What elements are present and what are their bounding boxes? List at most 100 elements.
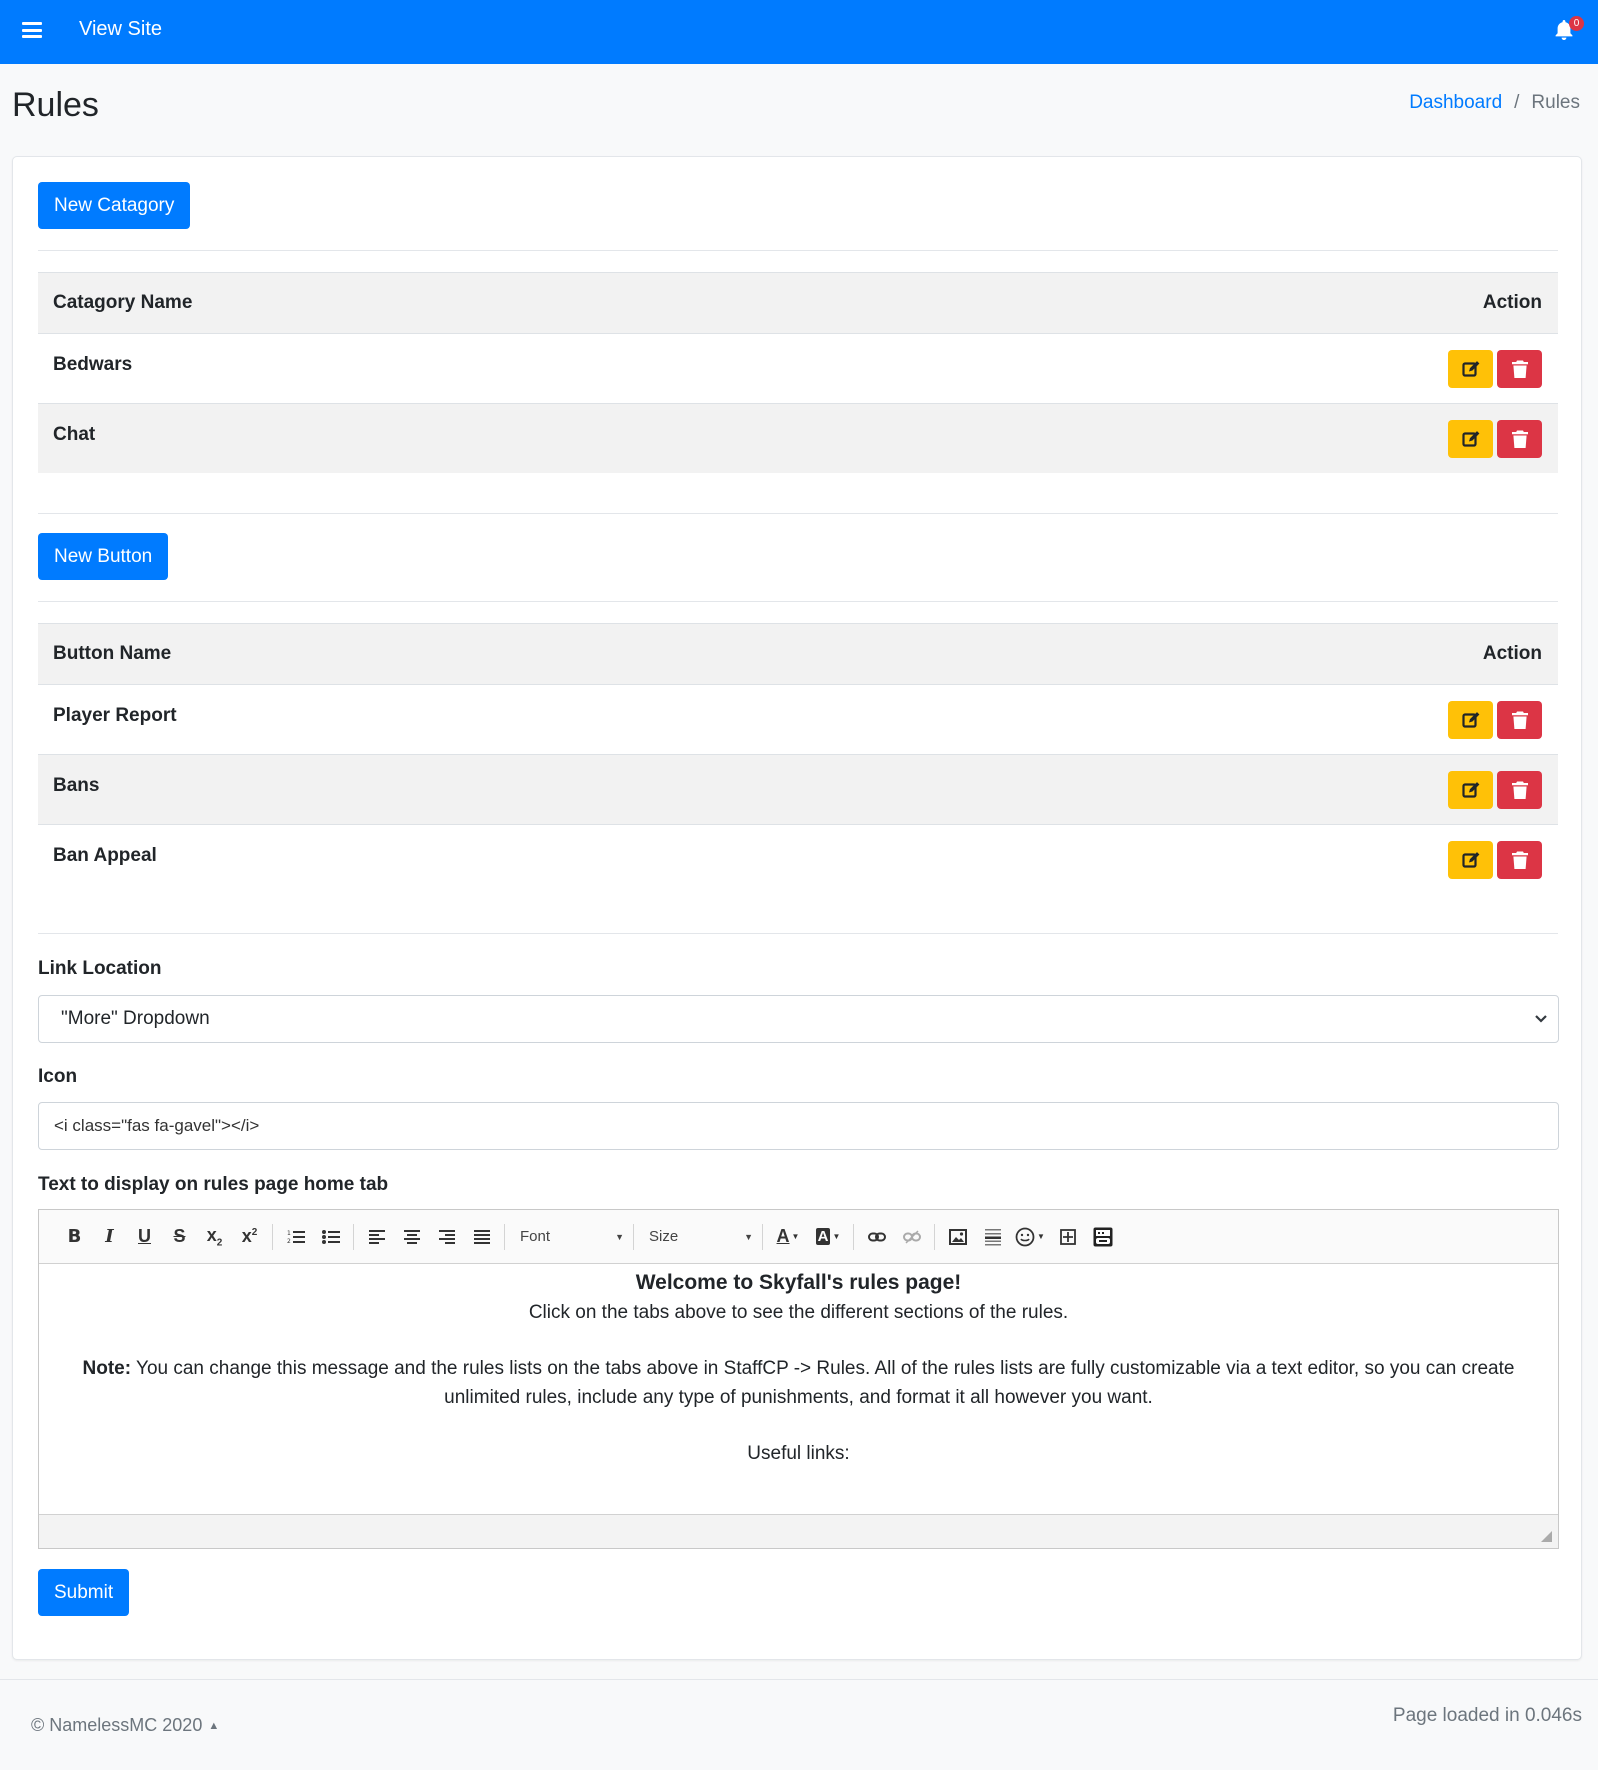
unlink-button[interactable] [894, 1222, 929, 1252]
edit-button[interactable] [1448, 840, 1493, 879]
delete-button[interactable] [1497, 770, 1542, 809]
underline-button[interactable]: U [127, 1222, 162, 1252]
resize-handle-icon[interactable] [1541, 1531, 1552, 1542]
editor-note: Note: You can change this message and th… [39, 1355, 1558, 1412]
link-location-label: Link Location [38, 958, 162, 979]
new-button-button[interactable]: New Button [38, 533, 169, 580]
smiley-icon [1015, 1227, 1035, 1246]
italic-button[interactable]: I [92, 1222, 127, 1252]
align-center-button[interactable] [394, 1222, 429, 1252]
superscript-button[interactable]: x2 [232, 1222, 267, 1252]
button-name: Player Report [53, 705, 177, 726]
breadcrumb-current: Rules [1531, 92, 1580, 113]
font-select[interactable]: Font ▼ [516, 1222, 628, 1252]
caret-down-icon: ▼ [744, 1231, 753, 1242]
edit-button[interactable] [1448, 419, 1493, 458]
justify-button[interactable] [464, 1222, 499, 1252]
rules-card: New Catagory Catagory Name Action Bedwar… [12, 156, 1582, 1660]
link-button[interactable] [859, 1222, 894, 1252]
background-color-button[interactable]: A ▼ [808, 1222, 848, 1252]
trash-icon [1511, 711, 1528, 729]
new-category-button[interactable]: New Catagory [38, 182, 191, 229]
size-select[interactable]: Size ▼ [645, 1222, 757, 1252]
footer-copyright[interactable]: © NamelessMC 2020 ▲ [31, 1715, 219, 1736]
edit-icon [1461, 851, 1479, 868]
divider [38, 513, 1558, 514]
editor-statusbar [39, 1514, 1558, 1548]
toolbar-separator [504, 1223, 505, 1250]
editor-content[interactable]: Welcome to Skyfall's rules page! Click o… [39, 1264, 1558, 1514]
trash-icon [1511, 430, 1528, 448]
delete-button[interactable] [1497, 840, 1542, 879]
edit-button[interactable] [1448, 349, 1493, 388]
text-color-button[interactable]: A ▼ [768, 1222, 808, 1252]
icon-input[interactable]: <i class="fas fa-gavel"></i> [38, 1102, 1559, 1150]
page-title: Rules [12, 86, 99, 124]
view-site-link[interactable]: View Site [79, 18, 162, 41]
align-left-button[interactable] [359, 1222, 394, 1252]
align-right-button[interactable] [429, 1222, 464, 1252]
editor-line: Click on the tabs above to see the diffe… [528, 1301, 1069, 1323]
divider [38, 933, 1558, 934]
svg-text:1: 1 [287, 1230, 291, 1237]
subscript-button[interactable]: x2 [197, 1222, 232, 1252]
table-button[interactable] [1050, 1222, 1085, 1252]
align-center-icon [403, 1229, 420, 1244]
table-header: Catagory Name Action [38, 272, 1558, 333]
chevron-down-icon [1535, 1015, 1547, 1023]
icon-label: Icon [38, 1066, 78, 1087]
rules-text-label: Text to display on rules page home tab [38, 1174, 389, 1195]
youtube-button[interactable] [1085, 1222, 1120, 1252]
delete-button[interactable] [1497, 349, 1542, 388]
background-color-icon: A [815, 1228, 831, 1245]
link-icon [867, 1232, 886, 1241]
category-name: Chat [53, 424, 96, 445]
top-navbar: View Site 0 [0, 0, 1598, 64]
table-row: Chat [38, 403, 1558, 473]
table-row: Bans [38, 754, 1558, 824]
divider [38, 601, 1558, 602]
size-select-label: Size [649, 1228, 679, 1245]
table-row: Bedwars [38, 333, 1558, 403]
edit-icon [1461, 430, 1479, 447]
edit-button[interactable] [1448, 770, 1493, 809]
unordered-list-button[interactable] [313, 1222, 348, 1252]
italic-icon: I [105, 1226, 114, 1247]
page-load-time: Page loaded in 0.046s [1392, 1705, 1582, 1726]
editor-heading: Welcome to Skyfall's rules page! [635, 1271, 962, 1294]
divider [38, 250, 1558, 251]
caret-down-icon: ▼ [791, 1232, 800, 1241]
notification-badge: 0 [1569, 16, 1584, 31]
link-location-select[interactable]: "More" Dropdown [38, 995, 1559, 1043]
underline-icon: U [138, 1226, 151, 1246]
toolbar-separator [934, 1223, 935, 1250]
submit-button[interactable]: Submit [38, 1569, 130, 1616]
column-header-name: Catagory Name [53, 292, 193, 313]
trash-icon [1511, 851, 1528, 869]
table-icon [1059, 1228, 1076, 1245]
bold-button[interactable]: B [57, 1222, 92, 1252]
breadcrumb-dashboard[interactable]: Dashboard [1409, 92, 1502, 114]
footer-divider [0, 1679, 1598, 1680]
caret-down-icon: ▼ [832, 1232, 841, 1241]
menu-icon[interactable] [22, 22, 42, 38]
delete-button[interactable] [1497, 419, 1542, 458]
align-right-icon [438, 1229, 455, 1244]
ordered-list-button[interactable]: 12 [278, 1222, 313, 1252]
horizontal-rule-button[interactable] [975, 1222, 1010, 1252]
editor-note-label: Note: [82, 1358, 132, 1379]
emoji-button[interactable]: ▼ [1010, 1222, 1050, 1252]
image-button[interactable] [940, 1222, 975, 1252]
font-select-label: Font [520, 1228, 551, 1245]
toolbar-separator [353, 1223, 354, 1250]
toolbar-separator [633, 1223, 634, 1250]
edit-button[interactable] [1448, 700, 1493, 739]
caret-down-icon: ▼ [1037, 1232, 1045, 1241]
text-color-icon: A [776, 1226, 790, 1246]
superscript-icon: x2 [241, 1226, 258, 1246]
buttons-table: Button Name Action Player Report Bans Ba… [38, 623, 1558, 894]
categories-table: Catagory Name Action Bedwars Chat [38, 272, 1558, 473]
bold-icon: B [67, 1226, 82, 1247]
strikethrough-button[interactable]: S [162, 1222, 197, 1252]
delete-button[interactable] [1497, 700, 1542, 739]
